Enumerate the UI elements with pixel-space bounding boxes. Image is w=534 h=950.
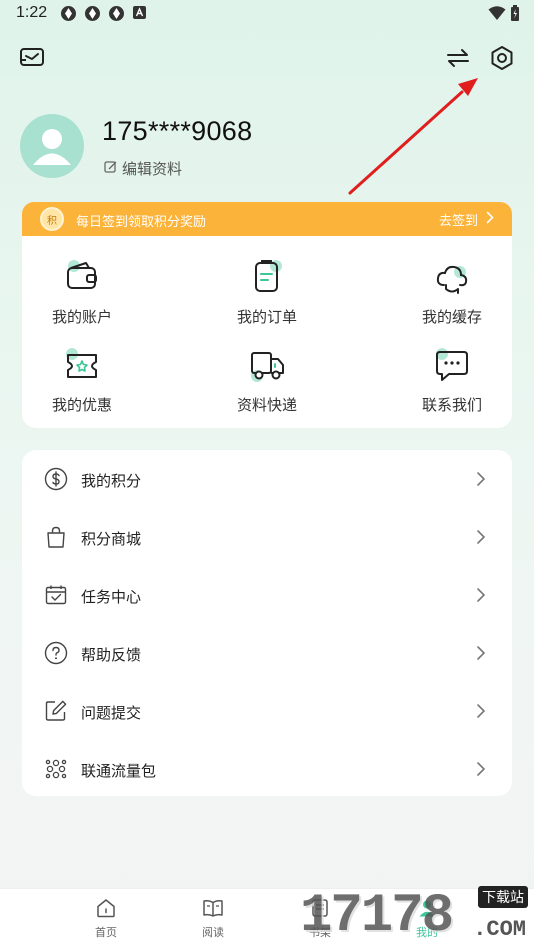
checkin-banner-text: 每日签到领取积分奖励	[76, 215, 207, 230]
quick-actions-card: 我的账户 我的订单 我的缓存 我的优惠 资料快递 联系我们	[22, 236, 512, 428]
menu-item-label: 我的积分	[81, 472, 142, 490]
menu-item-label: 任务中心	[81, 588, 142, 606]
edit-icon	[104, 160, 118, 178]
message-icon[interactable]	[14, 40, 50, 76]
grid-item-label: 联系我们	[421, 396, 482, 414]
checkin-banner[interactable]: 积 每日签到领取积分奖励 去签到	[22, 202, 512, 236]
order-icon	[247, 258, 287, 298]
grid-item-account[interactable]: 我的账户	[22, 258, 142, 338]
avatar[interactable]	[20, 114, 84, 178]
checkin-button-label: 去签到	[438, 214, 478, 229]
menu-list: 我的积分 积分商城 任务中心 帮助反馈 问题提交 联通流量包	[22, 450, 512, 796]
app-notification-icon	[84, 5, 101, 22]
calendar-check-icon	[44, 583, 68, 607]
battery-icon	[510, 5, 520, 26]
profile-header[interactable]: 175****9068 编辑资料	[20, 112, 520, 182]
app-notification-icon	[60, 5, 77, 22]
wifi-icon	[488, 5, 506, 26]
top-bar	[0, 40, 534, 80]
status-bar: 1:22	[0, 0, 534, 28]
menu-item-label: 帮助反馈	[81, 646, 142, 664]
grid-item-contact[interactable]: 联系我们	[392, 346, 512, 426]
menu-item-help[interactable]: 帮助反馈	[22, 624, 512, 682]
truck-icon	[247, 346, 287, 386]
chevron-right-icon	[476, 471, 486, 487]
status-time: 1:22	[16, 4, 48, 21]
menu-item-submit[interactable]: 问题提交	[22, 682, 512, 740]
checkin-button[interactable]: 去签到	[439, 210, 494, 229]
points-coin-icon: 积	[40, 207, 64, 231]
chevron-right-icon	[476, 587, 486, 603]
grid-item-coupons[interactable]: 我的优惠	[22, 346, 142, 426]
menu-item-label: 问题提交	[81, 704, 142, 722]
tab-home[interactable]: 首页	[76, 897, 136, 940]
grid-item-cache[interactable]: 我的缓存	[392, 258, 512, 338]
help-icon	[44, 641, 68, 665]
keyboard-notification-icon	[132, 5, 149, 22]
menu-item-tasks[interactable]: 任务中心	[22, 566, 512, 624]
grid-item-label: 资料快递	[236, 396, 297, 414]
grid-item-label: 我的订单	[236, 308, 297, 326]
edit-profile-label: 编辑资料	[122, 160, 183, 178]
chevron-right-icon	[476, 703, 486, 719]
system-icons	[488, 5, 520, 26]
chevron-right-icon	[476, 761, 486, 777]
grid-item-label: 我的账户	[51, 308, 112, 326]
watermark-domain: .COM	[473, 917, 526, 942]
site-watermark: 17178 下载站 .COM	[300, 886, 530, 944]
grid-item-delivery[interactable]: 资料快递	[207, 346, 327, 426]
tab-label: 阅读	[202, 926, 224, 939]
menu-item-points[interactable]: 我的积分	[22, 450, 512, 508]
grid-item-label: 我的缓存	[421, 308, 482, 326]
chevron-right-icon	[476, 529, 486, 545]
chat-icon	[432, 346, 472, 386]
chevron-right-icon	[476, 645, 486, 661]
shopping-bag-icon	[44, 525, 68, 549]
unicom-icon	[44, 757, 68, 781]
chevron-right-icon	[486, 211, 494, 228]
tab-label: 首页	[95, 926, 117, 939]
cloud-sync-icon	[432, 258, 472, 298]
book-icon	[202, 897, 224, 919]
home-icon	[95, 897, 117, 919]
notification-icons	[60, 5, 149, 22]
grid-item-orders[interactable]: 我的订单	[207, 258, 327, 338]
coupon-icon	[62, 346, 102, 386]
grid-item-label: 我的优惠	[51, 396, 112, 414]
watermark-number: 17178	[300, 886, 454, 947]
settings-icon[interactable]	[484, 40, 520, 76]
edit-icon	[44, 699, 68, 723]
dollar-icon	[44, 467, 68, 491]
menu-item-label: 积分商城	[81, 530, 142, 548]
user-phone: 175****9068	[102, 116, 253, 146]
menu-item-mall[interactable]: 积分商城	[22, 508, 512, 566]
watermark-tag: 下载站	[478, 886, 528, 908]
tab-read[interactable]: 阅读	[183, 897, 243, 940]
menu-item-label: 联通流量包	[81, 762, 157, 780]
wallet-icon	[62, 258, 102, 298]
edit-profile-link[interactable]: 编辑资料	[104, 158, 182, 179]
menu-item-data-pack[interactable]: 联通流量包	[22, 740, 512, 798]
switch-icon[interactable]	[440, 40, 476, 76]
app-notification-icon	[108, 5, 125, 22]
